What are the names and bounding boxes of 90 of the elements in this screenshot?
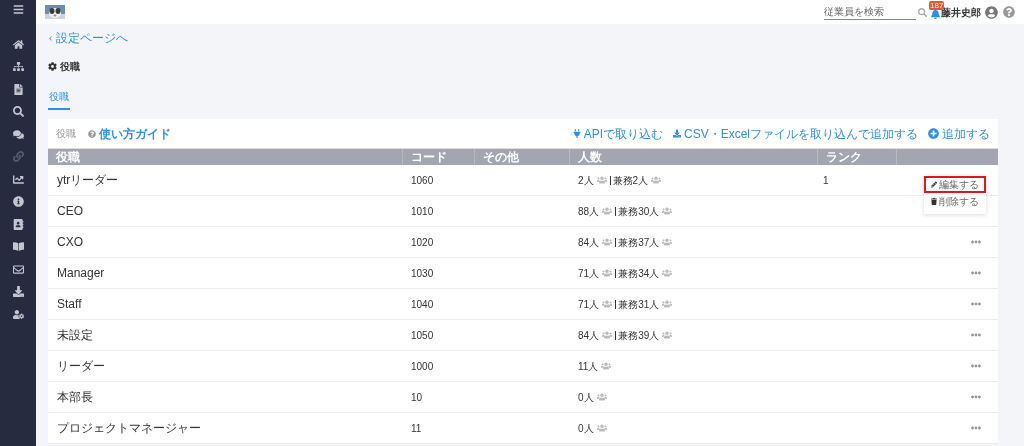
column-header: その他 [483,150,519,164]
mail-icon[interactable] [12,263,24,275]
table-cell: CXO [57,235,83,249]
table-cell-text: 71人 [578,297,600,312]
table-cell-text: 88人 [578,204,600,219]
table-cell: 未設定 [57,328,93,342]
book-icon[interactable] [12,241,24,252]
people-icon[interactable] [601,362,612,370]
action-link[interactable]: 追加する [928,124,990,143]
table-cell: 1050 [411,329,434,341]
table-cell: 兼務34人 [615,268,660,278]
user-settings-icon[interactable] [12,308,24,320]
table-cell: 本部長 [57,390,93,404]
bell-icon[interactable] [931,8,940,19]
document-icon[interactable] [12,83,24,95]
org-chart-icon[interactable] [12,61,24,72]
avatar-icon[interactable] [985,5,998,19]
home-icon[interactable] [12,38,24,50]
download-icon [672,129,681,138]
chevron-left-icon [48,35,53,41]
people-icon[interactable] [662,207,673,215]
page-title: 役職 [60,60,80,74]
people-icon[interactable] [602,300,613,308]
table-cell-text: 84人 [578,235,600,250]
people-icon[interactable] [602,331,613,339]
people-icon[interactable] [596,424,607,432]
table-cell: 11 [411,422,422,434]
search-icon[interactable] [12,106,24,117]
action-link[interactable]: APIで取り込む [572,124,663,143]
menu-item[interactable]: 削除する [924,193,986,210]
table-cell: 兼務37人 [615,237,660,247]
table-cell: 10 [411,391,423,403]
table-cell: 兼務30人 [615,206,660,216]
column-header: 役職 [56,150,80,164]
table-cell: 1030 [411,267,434,279]
table-cell: リーダー [57,359,105,373]
help-icon[interactable] [1003,6,1015,18]
table-cell: Manager [57,266,105,280]
table-cell: 1000 [411,360,434,372]
table-cell: プロジェクトマネージャー [57,421,201,435]
table-cell: 1060 [411,174,434,186]
action-link[interactable]: CSV・Excelファイルを取り込んで追加する [672,124,918,143]
table-cell: CEO [57,204,83,218]
link-icon[interactable] [12,151,24,162]
info-icon[interactable] [12,196,24,207]
chart-icon[interactable] [12,173,24,185]
people-icon[interactable] [662,238,673,246]
table-cell-text: 0人 [578,390,594,405]
trash-icon [931,198,937,205]
plug-icon [572,129,581,138]
gear-icon [48,62,57,71]
people-icon[interactable] [602,207,613,215]
people-icon[interactable] [602,238,613,246]
table-cell-text: 2人 [578,173,594,188]
table-cell: 1010 [411,205,434,217]
download-icon[interactable] [12,286,24,297]
people-icon[interactable] [596,176,607,184]
pencil-icon [931,181,937,188]
table-cell: Staff [57,297,82,311]
back-link[interactable]: 設定ページへ [48,29,1012,47]
people-icon[interactable] [596,393,607,401]
table-cell: 兼務31人 [615,299,660,309]
people-icon[interactable] [662,331,673,339]
card-title: 役職 [56,127,76,141]
table-cell: 兼務39人 [615,330,660,340]
table-cell: 1040 [411,298,434,310]
table-cell-text: 0人 [578,421,594,436]
people-icon[interactable] [651,176,662,184]
table-cell: 兼務2人 [609,175,649,185]
help-icon [88,129,96,138]
add-icon [928,128,939,139]
search-field[interactable]: 従業員を検索 [824,4,916,20]
people-icon[interactable] [662,269,673,277]
menu-icon[interactable] [12,4,24,15]
table-cell-text: 84人 [578,328,600,343]
people-icon[interactable] [602,269,613,277]
guide-link[interactable]: 使い方ガイド [88,124,171,143]
column-header: 人数 [578,150,602,164]
chat-icon[interactable] [12,128,24,140]
table-cell: 1 [823,174,829,186]
table-cell: ytrリーダー [57,173,119,187]
menu-item[interactable]: 編集する [924,176,986,193]
contact-book-icon[interactable] [12,218,24,230]
table-cell: 1020 [411,236,434,248]
column-header: ランク [826,150,862,164]
table-cell-text: 11人 [578,359,599,374]
tab[interactable]: 役職 [48,89,70,110]
people-icon[interactable] [662,300,673,308]
table-cell-text: 71人 [578,266,600,281]
column-header: コード [411,150,447,164]
